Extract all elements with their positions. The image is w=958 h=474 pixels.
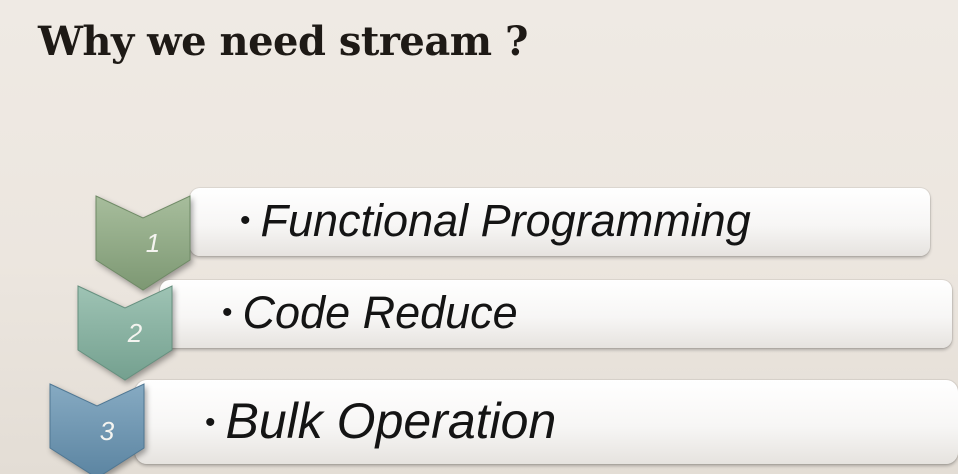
list-item-3-label: Bulk Operation — [225, 393, 557, 449]
bullet-icon: • — [205, 406, 216, 439]
list-item-2-bar: • Code Reduce — [160, 280, 952, 348]
bullet-icon: • — [222, 296, 233, 329]
list-item-1-label: Functional Programming — [260, 195, 751, 246]
step-2-number: 2 — [127, 318, 143, 348]
step-3-chevron-icon: 3 — [42, 378, 172, 474]
list-item-3-bar: • Bulk Operation — [135, 380, 958, 464]
list-item-3-text: • Bulk Operation — [205, 380, 556, 464]
list-item-2-text: • Code Reduce — [222, 280, 518, 348]
bullet-icon: • — [240, 204, 251, 237]
list-item-1-text: • Functional Programming — [240, 188, 751, 256]
step-1-number: 1 — [145, 228, 161, 258]
step-3-number: 3 — [99, 416, 115, 446]
step-2-chevron-icon: 2 — [70, 280, 200, 390]
list-item-2-label: Code Reduce — [242, 287, 518, 338]
slide-title: Why we need stream ? — [38, 18, 528, 65]
slide: Why we need stream ? • Functional Program… — [0, 0, 958, 474]
list-item-1-bar: • Functional Programming — [190, 188, 930, 256]
